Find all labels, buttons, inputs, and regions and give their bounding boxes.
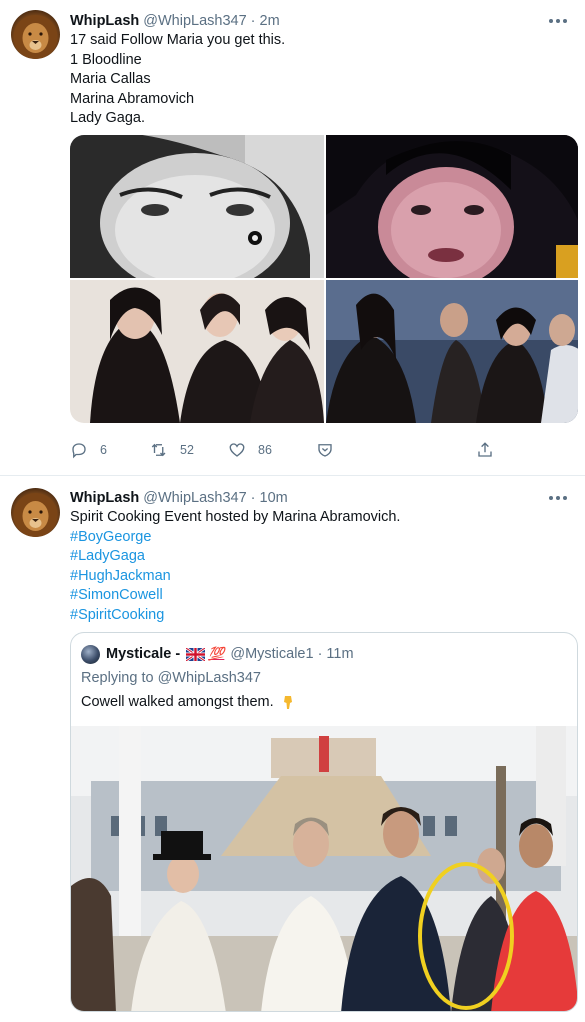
quoted-tweet[interactable]: Mysticale - 💯 @Mysticale1 · 11m Replying… <box>70 632 578 1012</box>
hashtag-link[interactable]: #BoyGeorge <box>70 528 570 548</box>
avatar[interactable] <box>81 644 100 664</box>
avatar[interactable] <box>11 10 60 59</box>
avatar[interactable] <box>11 488 60 537</box>
separator-dot: · <box>250 13 256 29</box>
uk-flag-icon <box>186 647 206 661</box>
timestamp[interactable]: 11m <box>326 646 353 662</box>
share-button[interactable] <box>476 440 494 460</box>
replying-to: Replying to @WhipLash347 <box>81 670 261 686</box>
reply-icon <box>72 443 86 459</box>
tweet-header: WhipLash @WhipLash347 · 2m <box>70 11 280 31</box>
more-options-icon[interactable] <box>549 492 567 504</box>
separator-dot: · <box>317 646 323 662</box>
user-handle[interactable]: @Mysticale1 <box>230 646 313 662</box>
timestamp[interactable]: 2m <box>260 13 280 29</box>
hashtag-link[interactable]: #SimonCowell <box>70 586 570 606</box>
replying-to-label: Replying to <box>81 670 154 686</box>
photo-grid <box>70 135 578 423</box>
hashtag-link[interactable]: #SpiritCooking <box>70 606 570 626</box>
tweet-text-line: Spirit Cooking Event hosted by Marina Ab… <box>70 509 401 525</box>
tweet-text-line: 1 Bloodline <box>70 51 142 68</box>
retweet-icon <box>151 443 166 457</box>
retweet-count: 52 <box>180 443 194 457</box>
display-name[interactable]: WhipLash <box>70 490 139 506</box>
hundred-points-icon: 💯 <box>208 646 225 661</box>
tweet-text-line: Lady Gaga. <box>70 110 145 126</box>
more-options-icon[interactable] <box>549 15 567 27</box>
tweet-actions: 6 52 86 <box>70 440 500 460</box>
user-handle[interactable]: @WhipLash347 <box>143 490 246 506</box>
heart-icon <box>229 443 245 457</box>
tweet-1[interactable]: WhipLash @WhipLash347 · 2m 17 said Follo… <box>0 0 585 475</box>
like-count: 86 <box>258 443 272 457</box>
photo-4[interactable] <box>326 280 578 423</box>
tweet-text-line: Marina Abramovich <box>70 90 195 107</box>
reply-count: 6 <box>100 443 107 457</box>
photo-2[interactable] <box>326 135 578 278</box>
tweet-header: WhipLash @WhipLash347 · 10m <box>70 488 288 508</box>
hashtag-link[interactable]: #HughJackman <box>70 567 570 587</box>
user-handle[interactable]: @WhipLash347 <box>143 13 246 29</box>
photo-3[interactable] <box>70 280 324 423</box>
lion-avatar-image <box>13 15 58 59</box>
tweet-text-line: 17 said Follow Maria you get this. <box>70 32 286 48</box>
bookmark-button[interactable] <box>316 440 334 460</box>
lion-avatar-image <box>13 493 58 537</box>
display-name[interactable]: Mysticale - <box>106 646 180 662</box>
like-button[interactable]: 86 <box>228 440 272 460</box>
pointing-down-icon <box>283 696 292 709</box>
reply-button[interactable]: 6 <box>70 440 107 460</box>
timestamp[interactable]: 10m <box>260 490 288 506</box>
separator-dot: · <box>250 490 256 506</box>
display-name[interactable]: WhipLash <box>70 13 139 29</box>
retweet-button[interactable]: 52 <box>150 440 194 460</box>
shield-chevron-icon <box>318 444 332 457</box>
tweet-text-line: Maria Callas <box>70 71 151 87</box>
tweet-text: 17 said Follow Maria you get this. 1 Blo… <box>70 31 570 129</box>
tweet-text: Spirit Cooking Event hosted by Marina Ab… <box>70 508 570 625</box>
quoted-tweet-text: Cowell walked amongst them. <box>81 694 296 710</box>
share-icon <box>478 442 492 457</box>
quoted-text: Cowell walked amongst them. <box>81 694 274 710</box>
quoted-photo[interactable] <box>71 726 577 1011</box>
replying-to-mention[interactable]: @WhipLash347 <box>158 670 261 686</box>
photo-1[interactable] <box>70 135 324 278</box>
hashtag-link[interactable]: #LadyGaga <box>70 547 570 567</box>
quoted-tweet-header: Mysticale - 💯 @Mysticale1 · 11m <box>81 644 354 664</box>
